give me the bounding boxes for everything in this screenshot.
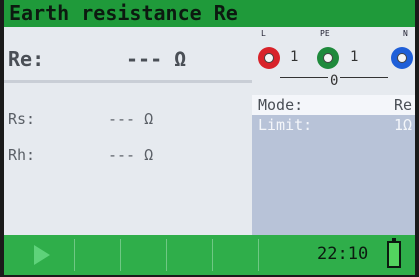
instrument-screen: Earth resistance Re Re: --- Ω Rs: --- Ω …: [4, 0, 415, 275]
re-value: --- Ω: [126, 47, 187, 71]
battery-icon: [387, 238, 401, 268]
mode-value: Re: [393, 96, 412, 114]
rs-value: --- Ω: [108, 110, 154, 128]
terminal-status: L 1 PE 1 N 0: [252, 27, 415, 95]
value-pe-n: 1: [350, 49, 359, 65]
terminal-n-label: N: [403, 29, 408, 38]
connector-line: [280, 77, 328, 78]
softkey-divider: [74, 239, 75, 271]
settings-panel: L 1 PE 1 N 0 Mode: Re Limit: 1Ω: [252, 27, 415, 235]
divider: [4, 80, 252, 83]
mode-label: Mode:: [258, 96, 304, 114]
terminal-pe-label: PE: [320, 29, 330, 38]
rs-label: Rs:: [8, 110, 36, 128]
terminal-n-icon: [391, 47, 413, 69]
value-l-n: 0: [330, 73, 339, 89]
rh-value: --- Ω: [108, 146, 154, 164]
softkey-divider: [212, 239, 213, 271]
re-label: Re:: [8, 47, 45, 71]
softkey-divider: [166, 239, 167, 271]
mode-row[interactable]: Mode: Re: [252, 95, 415, 115]
softkey-divider: [258, 239, 259, 271]
value-l-pe: 1: [290, 49, 299, 65]
limit-label[interactable]: Limit:: [258, 116, 312, 134]
terminal-pe-icon: [317, 47, 339, 69]
status-bar: 22:10: [4, 235, 415, 275]
connector-line: [340, 77, 388, 78]
results-panel: Re: --- Ω Rs: --- Ω Rh: --- Ω: [4, 27, 252, 235]
terminal-l-icon: [258, 47, 280, 69]
play-icon[interactable]: [34, 245, 50, 265]
limit-value[interactable]: 1Ω: [394, 116, 412, 134]
screen-title: Earth resistance Re: [4, 0, 415, 27]
terminal-l-label: L: [261, 29, 266, 38]
rh-label: Rh:: [8, 146, 36, 164]
clock: 22:10: [317, 244, 369, 264]
softkey-divider: [120, 239, 121, 271]
